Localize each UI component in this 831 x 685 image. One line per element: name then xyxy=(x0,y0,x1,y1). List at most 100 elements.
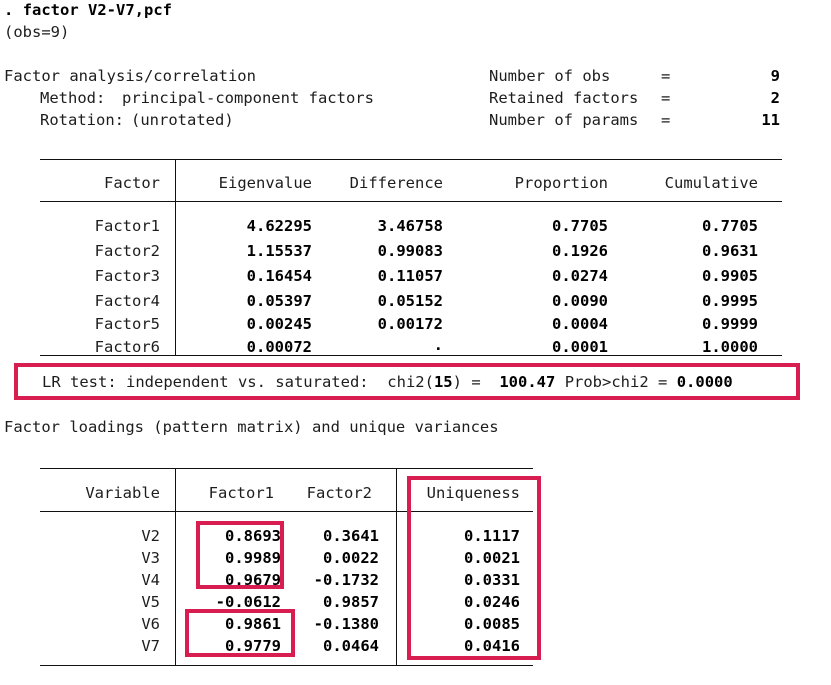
lr-gap-2 xyxy=(462,373,471,391)
eigen-row-factor: Factor4 xyxy=(94,292,160,310)
stat-eq-params: = xyxy=(661,111,671,129)
rotation-value: (unrotated) xyxy=(131,111,234,129)
stat-value-retained: 2 xyxy=(770,89,780,107)
lr-eq-1: = xyxy=(471,373,481,391)
lr-gap-4 xyxy=(555,373,564,391)
eigen-cell-difference: 0.00172 xyxy=(377,315,443,333)
lr-chi2-df: 15 xyxy=(433,373,453,391)
eigen-cell-proportion: 0.0090 xyxy=(552,292,608,310)
eigen-cell-eigenvalue: 0.16454 xyxy=(246,267,312,285)
loadings-cell-uniqueness: 0.0021 xyxy=(464,549,520,567)
loadings-row-variable: V7 xyxy=(141,637,160,655)
lr-gap-3 xyxy=(481,373,500,391)
loadings-cell-factor2: -0.1380 xyxy=(313,615,379,633)
loadings-row-variable: V3 xyxy=(141,549,160,567)
eigen-cell-proportion: 0.0001 xyxy=(552,338,608,356)
loadings-cell-factor1: 0.9989 xyxy=(225,549,281,567)
stat-eq-retained: = xyxy=(661,89,671,107)
eigen-cell-eigenvalue: 0.05397 xyxy=(246,292,312,310)
eigen-row-factor: Factor3 xyxy=(94,267,160,285)
eigen-cell-cumulative: 0.9999 xyxy=(702,315,758,333)
eigen-cell-proportion: 0.0004 xyxy=(552,315,608,333)
stat-label-params: Number of params xyxy=(489,111,639,129)
lr-chi2-close: ) xyxy=(452,373,462,391)
eigen-header-factor: Factor xyxy=(104,174,160,192)
lr-gap-6 xyxy=(667,373,676,391)
loadings-cell-factor2: 0.0022 xyxy=(323,549,379,567)
loadings-table-bottom-rule xyxy=(40,665,533,666)
eigen-row-factor: Factor6 xyxy=(94,338,160,356)
method-label: Method: xyxy=(40,89,106,107)
loadings-row-variable: V2 xyxy=(141,527,160,545)
eigen-cell-eigenvalue: 0.00245 xyxy=(246,315,312,333)
eigen-cell-difference: 3.46758 xyxy=(377,217,443,235)
eigen-header-eigenvalue: Eigenvalue xyxy=(218,174,312,192)
loadings-row-variable: V5 xyxy=(141,593,160,611)
loadings-cell-factor1: 0.9679 xyxy=(225,571,281,589)
loadings-caption: Factor loadings (pattern matrix) and uni… xyxy=(4,418,499,436)
loadings-table-header-rule xyxy=(40,511,533,512)
eigen-cell-cumulative: 0.7705 xyxy=(702,217,758,235)
loadings-cell-uniqueness: 0.0331 xyxy=(464,571,520,589)
eigen-cell-eigenvalue: 4.62295 xyxy=(246,217,312,235)
loadings-header-variable: Variable xyxy=(85,484,160,502)
lr-prob-label: Prob>chi2 xyxy=(564,373,649,391)
eigen-cell-cumulative: 0.9905 xyxy=(702,267,758,285)
command-text: factor V2-V7,pcf xyxy=(22,1,172,19)
loadings-cell-factor2: 0.0464 xyxy=(323,637,379,655)
eigen-cell-eigenvalue: 0.00072 xyxy=(246,338,312,356)
analysis-title: Factor analysis/correlation xyxy=(4,67,256,85)
loadings-header-factor2: Factor2 xyxy=(306,484,372,502)
loadings-cell-factor1: 0.9861 xyxy=(225,615,281,633)
loadings-table-vertical-rule-1 xyxy=(175,468,176,665)
eigen-row-factor: Factor2 xyxy=(94,242,160,260)
loadings-header-factor1: Factor1 xyxy=(208,484,274,502)
loadings-cell-factor2: 0.3641 xyxy=(323,527,379,545)
eigen-cell-proportion: 0.0274 xyxy=(552,267,608,285)
eigen-table-top-rule xyxy=(40,159,782,160)
eigen-cell-difference: 0.05152 xyxy=(377,292,443,310)
eigen-cell-eigenvalue: 1.15537 xyxy=(246,242,312,260)
lr-eq-2: = xyxy=(658,373,668,391)
loadings-cell-factor2: -0.1732 xyxy=(313,571,379,589)
loadings-cell-uniqueness: 0.0246 xyxy=(464,593,520,611)
stata-output-canvas: . factor V2-V7,pcf (obs=9) Factor analys… xyxy=(0,0,831,685)
eigen-header-difference: Difference xyxy=(349,174,443,192)
loadings-cell-factor2: 0.9857 xyxy=(323,593,379,611)
loadings-cell-factor1: 0.9779 xyxy=(225,637,281,655)
lr-gap-1 xyxy=(369,373,388,391)
eigen-cell-cumulative: 0.9995 xyxy=(702,292,758,310)
eigen-table-header-rule xyxy=(40,201,782,202)
eigen-cell-proportion: 0.7705 xyxy=(552,217,608,235)
stat-value-params: 11 xyxy=(761,111,780,129)
loadings-table-top-rule xyxy=(40,468,533,469)
command-prompt: . xyxy=(4,1,14,19)
eigen-row-factor: Factor5 xyxy=(94,315,160,333)
loadings-table-vertical-rule-2 xyxy=(396,468,397,665)
lr-chi2-label: chi2( xyxy=(387,373,434,391)
eigen-cell-proportion: 0.1926 xyxy=(552,242,608,260)
eigen-cell-cumulative: 1.0000 xyxy=(702,338,758,356)
loadings-cell-uniqueness: 0.1117 xyxy=(464,527,520,545)
eigen-header-proportion: Proportion xyxy=(514,174,608,192)
eigen-cell-difference: . xyxy=(433,336,443,354)
stat-value-obs: 9 xyxy=(770,67,780,85)
lr-test-prefix: LR test: independent vs. saturated: xyxy=(42,373,369,391)
loadings-cell-factor1: 0.8693 xyxy=(225,527,281,545)
obs-line: (obs=9) xyxy=(4,23,70,41)
loadings-cell-factor1: -0.0612 xyxy=(215,593,281,611)
method-value: principal-component factors xyxy=(122,89,374,107)
lr-test-line: LR test: independent vs. saturated: chi2… xyxy=(42,371,733,393)
eigen-cell-cumulative: 0.9631 xyxy=(702,242,758,260)
command-spacer xyxy=(13,1,22,19)
loadings-cell-uniqueness: 0.0085 xyxy=(464,615,520,633)
stat-label-retained: Retained factors xyxy=(489,89,639,107)
lr-prob-value: 0.0000 xyxy=(676,373,733,391)
loadings-cell-uniqueness: 0.0416 xyxy=(464,637,520,655)
rotation-label: Rotation: xyxy=(40,111,124,129)
stat-label-obs: Number of obs xyxy=(489,65,610,87)
eigen-cell-difference: 0.99083 xyxy=(377,242,443,260)
loadings-row-variable: V6 xyxy=(141,615,160,633)
lr-gap-5 xyxy=(649,373,658,391)
lr-chi2-value: 100.47 xyxy=(499,373,556,391)
